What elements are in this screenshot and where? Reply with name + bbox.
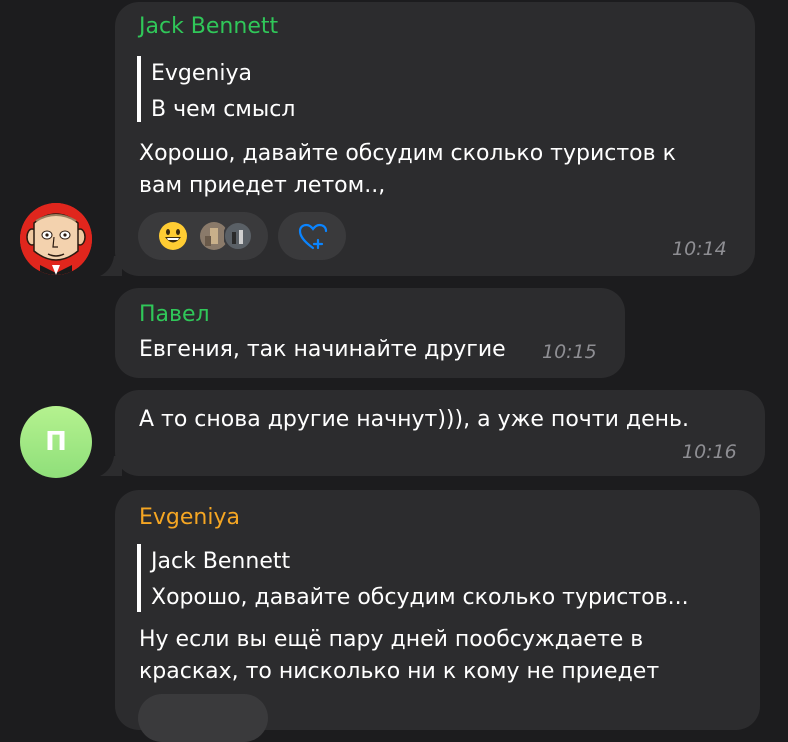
bubble-tail [100,256,122,276]
reply-text: В чем смысл [151,97,296,122]
message-text: Евгения, так начинайте другие [139,337,506,362]
sender-name[interactable]: Jack Bennett [139,14,278,39]
reply-quote[interactable]: Jack Bennett Хорошо, давайте обсудим ско… [137,544,689,612]
grinning-face-emoji [159,222,187,250]
avatar-letter-p[interactable]: П [20,406,92,478]
bubble-tail [100,456,122,476]
message-time: 10:14 [672,238,727,260]
message-text-line: Ну если вы ещё пару дней пообсуждаете в [139,627,644,652]
reply-sender: Jack Bennett [151,549,291,574]
avatar-jack-bennett[interactable] [20,203,92,275]
message-text-line: вам приедет летом.., [139,173,386,198]
sender-name[interactable]: Evgeniya [139,505,240,530]
message-time: 10:16 [682,441,737,463]
reply-text: Хорошо, давайте обсудим сколько туристов… [151,585,689,610]
reaction-pill-emoji[interactable] [138,212,268,260]
reply-sender: Evgeniya [151,61,252,86]
message-text-line: красках, то нисколько ни к кому не приед… [139,659,660,684]
avatar-letter: П [45,427,67,457]
caricature-avatar-icon [20,203,92,275]
message-text: А то снова другие начнут))), а уже почти… [139,407,689,432]
add-reaction-heart-icon [298,223,328,250]
reactor-avatar-2 [224,222,252,250]
reply-quote[interactable]: Evgeniya В чем смысл [137,56,295,122]
reaction-pill-partial[interactable] [138,694,268,742]
sender-name[interactable]: Павел [139,302,210,327]
message-time: 10:15 [542,341,597,363]
add-reaction-button[interactable] [278,212,346,260]
message-text-line: Хорошо, давайте обсудим сколько туристов… [139,141,676,166]
